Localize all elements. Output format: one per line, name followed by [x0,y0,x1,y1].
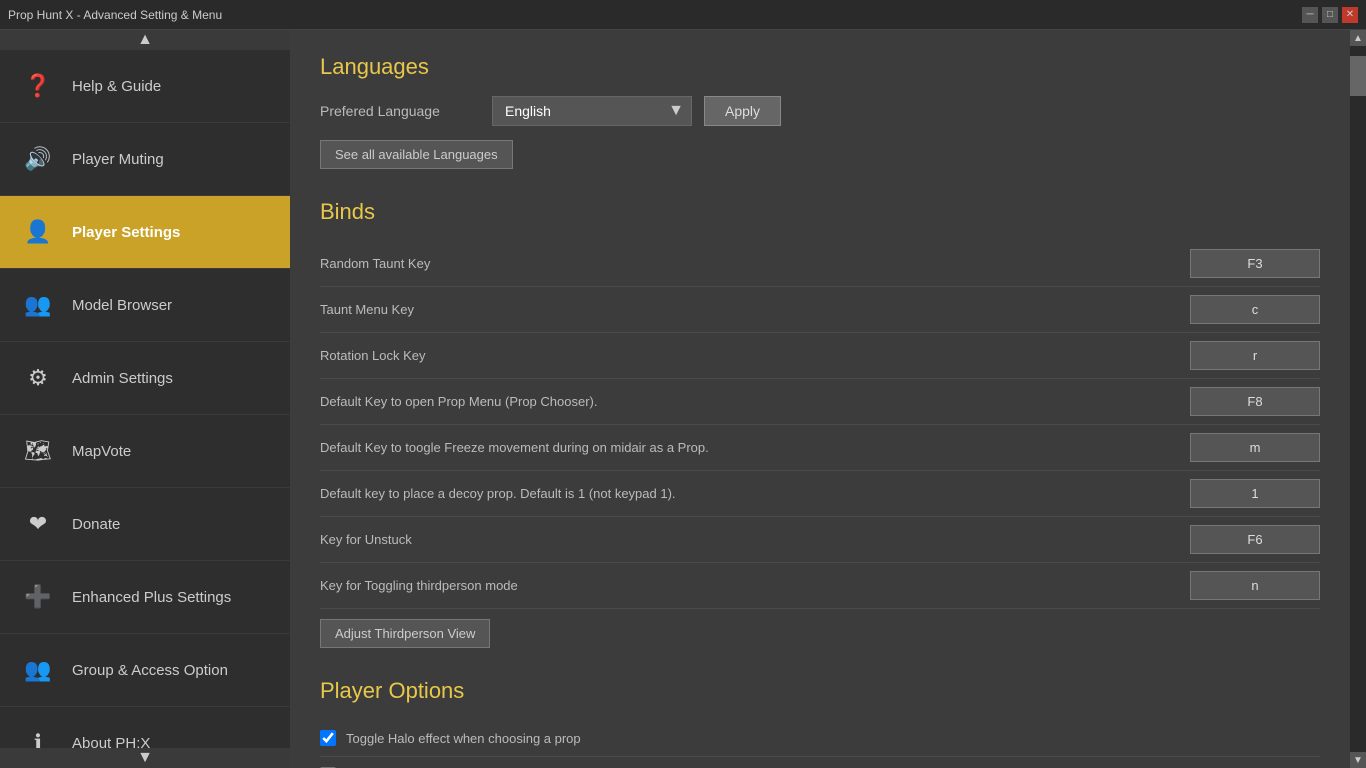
model-browser-icon: 👥 [20,287,56,323]
sidebar-label-player-muting: Player Muting [72,151,164,168]
player-settings-icon: 👤 [20,214,56,250]
bind-row-prop-menu: Default Key to open Prop Menu (Prop Choo… [320,379,1320,425]
bind-label-unstuck: Key for Unstuck [320,532,1190,547]
sidebar-label-help-guide: Help & Guide [72,78,161,95]
bind-key-freeze-movement[interactable]: m [1190,433,1320,462]
bind-row-taunt-menu: Taunt Menu Key c [320,287,1320,333]
app-wrapper: ▲ ❓ Help & Guide 🔊 Player Muting 👤 Playe… [0,30,1366,768]
sidebar-item-donate[interactable]: ❤ Donate [0,488,290,561]
sidebar-label-model-browser: Model Browser [72,297,172,314]
minimize-button[interactable]: ─ [1302,7,1318,23]
player-options-heading: Player Options [320,678,1320,704]
bind-row-freeze-movement: Default Key to toogle Freeze movement du… [320,425,1320,471]
option-label-halo: Toggle Halo effect when choosing a prop [346,731,581,746]
language-select[interactable]: English French German Spanish Portuguese… [492,96,692,126]
title-bar: Prop Hunt X - Advanced Setting & Menu ─ … [0,0,1366,30]
bind-label-freeze-movement: Default Key to toogle Freeze movement du… [320,440,1190,455]
sidebar-item-help-guide[interactable]: ❓ Help & Guide [0,50,290,123]
option-row-team-names: Show Team players names' above their hea… [320,757,1320,768]
bind-row-rotation-lock: Rotation Lock Key r [320,333,1320,379]
sidebar-item-player-muting[interactable]: 🔊 Player Muting [0,123,290,196]
sidebar-item-admin-settings[interactable]: ⚙ Admin Settings [0,342,290,415]
language-select-wrapper: English French German Spanish Portuguese… [492,96,692,126]
see-all-languages-button[interactable]: See all available Languages [320,140,513,169]
window-controls: ─ □ ✕ [1302,7,1358,23]
scrollbar-up-button[interactable]: ▲ [1350,30,1366,46]
bind-key-taunt-menu[interactable]: c [1190,295,1320,324]
bind-label-thirdperson: Key for Toggling thirdperson mode [320,578,1190,593]
bind-row-decoy-prop: Default key to place a decoy prop. Defau… [320,471,1320,517]
main-content: Languages Prefered Language English Fren… [290,30,1350,768]
languages-section: Languages Prefered Language English Fren… [320,54,1320,169]
bind-row-thirdperson: Key for Toggling thirdperson mode n [320,563,1320,609]
bind-key-unstuck[interactable]: F6 [1190,525,1320,554]
sidebar-item-model-browser[interactable]: 👥 Model Browser [0,269,290,342]
sidebar-label-group-access: Group & Access Option [72,662,228,679]
sidebar-item-player-settings[interactable]: 👤 Player Settings Player Settings [0,196,290,269]
bind-key-rotation-lock[interactable]: r [1190,341,1320,370]
sidebar-label-enhanced-plus: Enhanced Plus Settings [72,589,231,606]
bind-key-thirdperson[interactable]: n [1190,571,1320,600]
player-options-section: Player Options Toggle Halo effect when c… [320,678,1320,768]
bind-label-rotation-lock: Rotation Lock Key [320,348,1190,363]
sidebar-label-mapvote: MapVote [72,443,131,460]
bind-key-decoy-prop[interactable]: 1 [1190,479,1320,508]
window-title: Prop Hunt X - Advanced Setting & Menu [8,8,222,22]
group-access-icon: 👥 [20,652,56,688]
bind-key-random-taunt[interactable]: F3 [1190,249,1320,278]
admin-settings-icon: ⚙ [20,360,56,396]
sidebar-label-player-settings: Player Settings [72,224,180,241]
languages-heading: Languages [320,54,1320,80]
scrollbar-down-button[interactable]: ▼ [1350,752,1366,768]
close-button[interactable]: ✕ [1342,7,1358,23]
apply-button[interactable]: Apply [704,96,781,126]
sidebar-label-admin-settings: Admin Settings [72,370,173,387]
muting-icon: 🔊 [20,141,56,177]
sidebar: ▲ ❓ Help & Guide 🔊 Player Muting 👤 Playe… [0,30,290,768]
binds-heading: Binds [320,199,1320,225]
sidebar-scroll-down[interactable]: ▼ [0,748,290,768]
language-row: Prefered Language English French German … [320,96,1320,126]
sidebar-scroll-up[interactable]: ▲ [0,30,290,50]
bind-label-taunt-menu: Taunt Menu Key [320,302,1190,317]
maximize-button[interactable]: □ [1322,7,1338,23]
binds-section: Binds Random Taunt Key F3 Taunt Menu Key… [320,199,1320,648]
bind-row-random-taunt: Random Taunt Key F3 [320,241,1320,287]
bind-label-decoy-prop: Default key to place a decoy prop. Defau… [320,486,1190,501]
sidebar-item-mapvote[interactable]: 🗺 MapVote [0,415,290,488]
enhanced-plus-icon: ➕ [20,579,56,615]
sidebar-items: ❓ Help & Guide 🔊 Player Muting 👤 Player … [0,50,290,768]
main-scrollbar: ▲ ▼ [1350,30,1366,768]
bind-label-random-taunt: Random Taunt Key [320,256,1190,271]
sidebar-item-group-access[interactable]: 👥 Group & Access Option [0,634,290,707]
adjust-thirdperson-button[interactable]: Adjust Thirdperson View [320,619,490,648]
scrollbar-track [1350,46,1366,752]
bind-key-prop-menu[interactable]: F8 [1190,387,1320,416]
bind-row-unstuck: Key for Unstuck F6 [320,517,1320,563]
option-row-halo: Toggle Halo effect when choosing a prop [320,720,1320,757]
help-icon: ❓ [20,68,56,104]
bind-label-prop-menu: Default Key to open Prop Menu (Prop Choo… [320,394,1190,409]
sidebar-label-donate: Donate [72,516,120,533]
scrollbar-thumb[interactable] [1350,56,1366,96]
option-checkbox-halo[interactable] [320,730,336,746]
pref-language-label: Prefered Language [320,103,480,119]
sidebar-item-enhanced-plus[interactable]: ➕ Enhanced Plus Settings [0,561,290,634]
mapvote-icon: 🗺 [20,433,56,469]
donate-icon: ❤ [20,506,56,542]
